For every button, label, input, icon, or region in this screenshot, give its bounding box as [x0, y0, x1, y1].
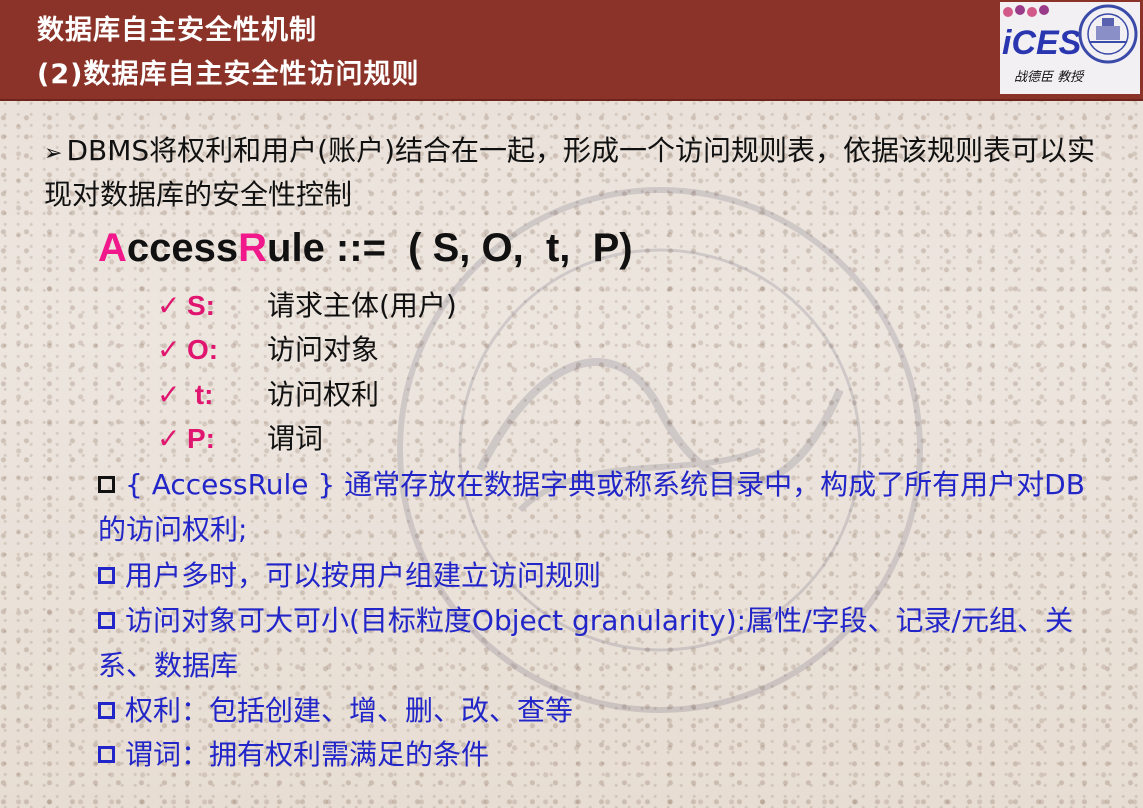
note-text: 访问对象可大可小(目标粒度Object granularity):属性/字段、记…: [98, 604, 1073, 682]
checkmark-icon: ✓: [157, 422, 181, 455]
checkbox-square-icon: [98, 567, 115, 584]
list-item: ✓ O: 访问对象: [157, 330, 379, 370]
note-text: 权利：包括创建、增、删、改、查等: [125, 694, 574, 727]
list-item: ✓ t: 访问权利: [157, 375, 379, 415]
list-item: ✓ P: 谓词: [157, 419, 323, 459]
slide-header: 数据库自主安全性机制 (2)数据库自主安全性访问规则 iCES 战德臣 教授: [0, 0, 1143, 101]
item-desc: 访问对象: [267, 333, 380, 366]
formula-r-initial: R: [238, 226, 268, 270]
intro-paragraph: ➢ DBMS将权利和用户(账户)结合在一起，形成一个访问规则表，依据该规则表可以实…: [44, 130, 1114, 215]
intro-text: DBMS将权利和用户(账户)结合在一起，形成一个访问规则表，依据该规则表可以实现…: [44, 134, 1095, 211]
note-item: 用户多时，可以按用户组建立访问规则: [98, 553, 1108, 598]
note-text: 谓词：拥有权利需满足的条件: [125, 738, 490, 771]
checkbox-square-icon: [98, 476, 115, 493]
item-symbol: P:: [187, 423, 215, 454]
item-desc: 请求主体(用户): [267, 289, 457, 322]
note-item: { AccessRule } 通常存放在数据字典或称系统目录中，构成了所有用户对…: [98, 462, 1108, 552]
item-symbol: O:: [187, 334, 219, 365]
slide-title: 数据库自主安全性机制: [37, 15, 317, 46]
formula-a-rest: ccess: [126, 226, 239, 270]
list-item: ✓ S: 请求主体(用户): [157, 286, 457, 326]
formula-r-rest: ule ::= ( S, O, t, P): [267, 226, 633, 270]
note-text: { AccessRule } 通常存放在数据字典或称系统目录中，构成了所有用户对…: [98, 468, 1085, 546]
note-item: 权利：包括创建、增、删、改、查等: [98, 688, 1108, 733]
item-symbol: S:: [187, 290, 215, 321]
checkmark-icon: ✓: [157, 378, 181, 411]
logo-caption: 战德臣 教授: [1014, 70, 1084, 85]
note-item: 访问对象可大可小(目标粒度Object granularity):属性/字段、记…: [98, 598, 1108, 688]
item-symbol: t:: [187, 379, 214, 410]
checkmark-icon: ✓: [157, 289, 181, 322]
checkbox-square-icon: [98, 746, 115, 763]
access-rule-formula: AccessRule ::= ( S, O, t, P): [98, 226, 633, 271]
checkbox-square-icon: [98, 612, 115, 629]
arrow-bullet-icon: ➢: [44, 141, 63, 166]
item-desc: 访问权利: [267, 378, 380, 411]
note-text: 用户多时，可以按用户组建立访问规则: [125, 559, 602, 592]
formula-a-initial: A: [98, 226, 127, 270]
slide-subtitle: (2)数据库自主安全性访问规则: [37, 59, 420, 90]
note-item: 谓词：拥有权利需满足的条件: [98, 732, 1108, 777]
checkmark-icon: ✓: [157, 333, 181, 366]
checkbox-square-icon: [98, 702, 115, 719]
item-desc: 谓词: [267, 422, 324, 455]
logo-text: iCES: [1002, 24, 1082, 62]
